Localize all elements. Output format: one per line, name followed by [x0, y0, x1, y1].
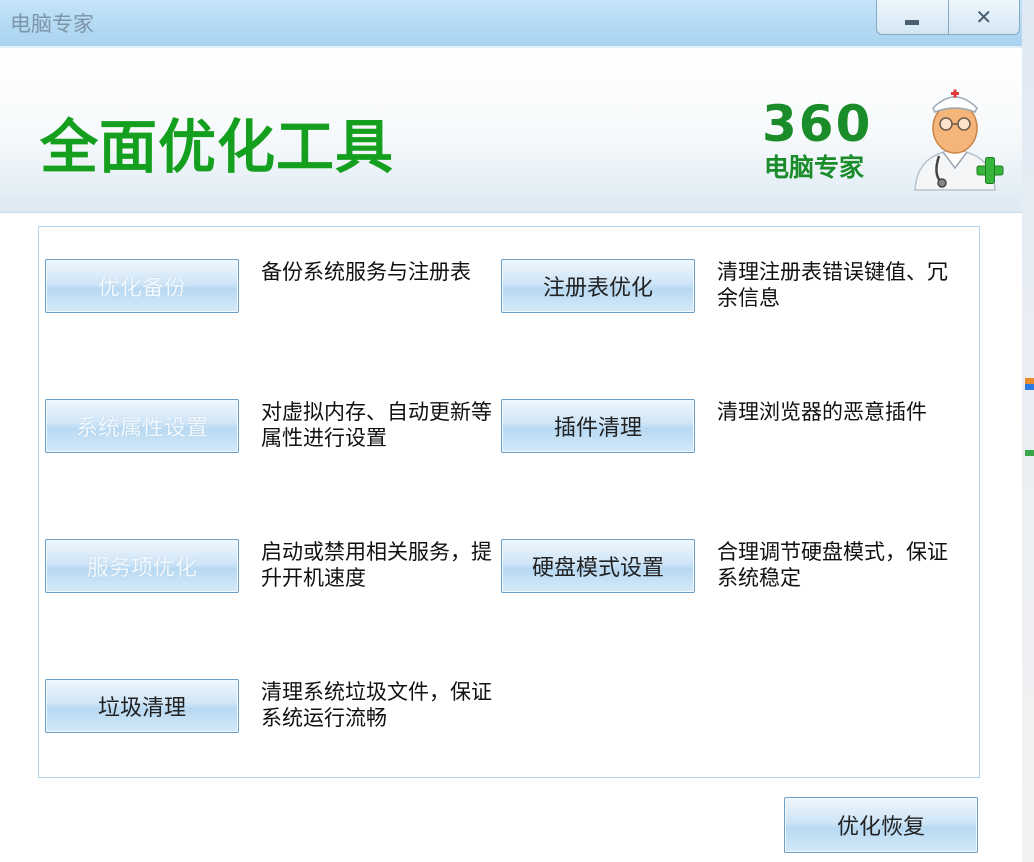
- optimizer-window: 电脑专家 ✕ 全面优化工具 360 电脑专家 优化备份 备份系统服务与注册表 注…: [0, 0, 1022, 862]
- background-window-edge: [1022, 0, 1034, 862]
- disk-mode-desc: 合理调节硬盘模式，保证系统稳定: [717, 540, 948, 590]
- plugin-cleanup-button[interactable]: 插件清理: [501, 399, 695, 453]
- junk-cleanup-button[interactable]: 垃圾清理: [45, 679, 239, 733]
- system-properties-desc: 对虚拟内存、自动更新等属性进行设置: [261, 400, 492, 450]
- plugin-cleanup-desc: 清理浏览器的恶意插件: [717, 400, 927, 424]
- service-optimize-button[interactable]: 服务项优化: [45, 539, 239, 593]
- optimize-backup-desc: 备份系统服务与注册表: [261, 260, 471, 284]
- window-title: 电脑专家: [10, 12, 94, 36]
- optimize-restore-button[interactable]: 优化恢复: [784, 797, 978, 853]
- logo-number: 360: [762, 95, 873, 153]
- registry-optimize-desc: 清理注册表错误键值、冗余信息: [717, 260, 948, 310]
- disk-mode-button[interactable]: 硬盘模式设置: [501, 539, 695, 593]
- junk-cleanup-desc: 清理系统垃圾文件，保证系统运行流畅: [261, 680, 492, 730]
- doctor-mascot-icon: [914, 89, 1004, 191]
- close-icon: ✕: [975, 5, 993, 29]
- edge-mark: [1025, 384, 1034, 390]
- close-button[interactable]: ✕: [949, 0, 1020, 34]
- page-title: 全面优化工具: [40, 113, 395, 181]
- tools-panel: 优化备份 备份系统服务与注册表 注册表优化 清理注册表错误键值、冗余信息 系统属…: [38, 226, 980, 778]
- registry-optimize-button[interactable]: 注册表优化: [501, 259, 695, 313]
- edge-mark: [1025, 450, 1034, 456]
- window-controls: ✕: [876, 0, 1020, 35]
- minimize-button[interactable]: [877, 0, 949, 34]
- optimize-backup-button[interactable]: 优化备份: [45, 259, 239, 313]
- service-optimize-desc: 启动或禁用相关服务，提升开机速度: [261, 540, 492, 590]
- header-banner: 全面优化工具 360 电脑专家: [0, 46, 1022, 213]
- minimize-icon: [905, 19, 920, 25]
- title-bar[interactable]: 电脑专家 ✕: [0, 0, 1022, 46]
- logo-text: 电脑专家: [764, 153, 865, 182]
- system-properties-button[interactable]: 系统属性设置: [45, 399, 239, 453]
